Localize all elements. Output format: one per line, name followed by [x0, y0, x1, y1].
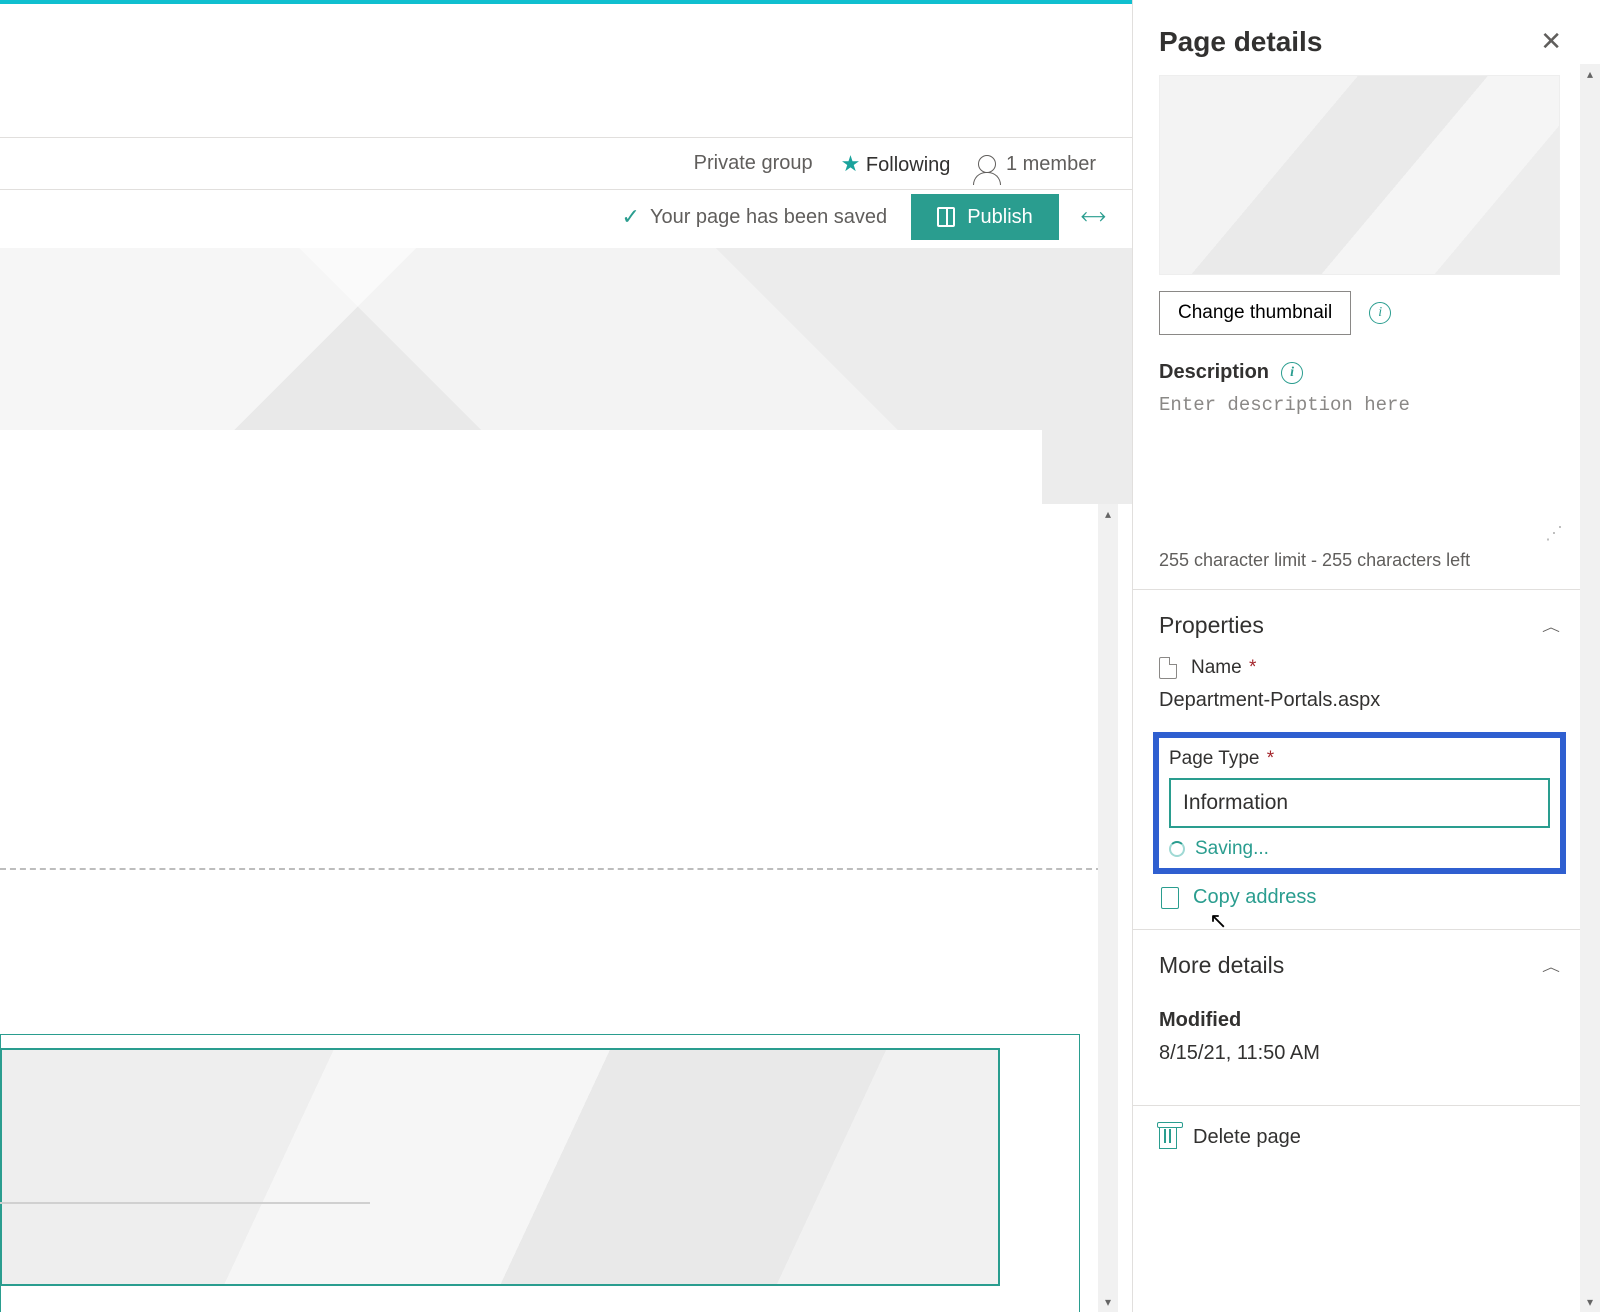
page-icon [1159, 657, 1177, 679]
delete-label: Delete page [1193, 1126, 1301, 1149]
publish-label: Publish [967, 206, 1033, 229]
copy-address-link[interactable]: Copy address ↖ [1161, 886, 1560, 909]
group-privacy-label: Private group [694, 152, 813, 175]
following-toggle[interactable]: ★ Following [841, 151, 951, 177]
publish-button[interactable]: Publish [911, 194, 1059, 240]
modified-value: 8/15/21, 11:50 AM [1159, 1042, 1560, 1065]
panel-title: Page details [1159, 26, 1322, 58]
following-label: Following [866, 154, 950, 176]
page-canvas[interactable]: + ▴ ▾ [0, 244, 1132, 1312]
more-details-heading: More details [1159, 952, 1284, 979]
thumbnail-preview [1159, 75, 1560, 275]
scroll-down-icon[interactable]: ▾ [1098, 1292, 1118, 1312]
required-asterisk: * [1262, 748, 1275, 769]
description-label-row: Description i [1159, 361, 1560, 384]
suite-header-blank [0, 4, 1132, 138]
info-icon[interactable]: i [1281, 362, 1303, 384]
name-field-label: Name * [1159, 657, 1560, 679]
required-asterisk: * [1244, 657, 1257, 678]
trash-icon [1159, 1127, 1177, 1149]
name-label: Name [1191, 657, 1242, 678]
expand-icon[interactable]: ⤢ [1076, 200, 1109, 233]
saving-text: Saving... [1195, 838, 1269, 860]
cursor-icon: ↖ [1209, 908, 1227, 934]
members-count[interactable]: 1 member [978, 152, 1096, 176]
description-input[interactable] [1159, 394, 1560, 532]
section-divider [0, 868, 1102, 870]
site-info-bar: Private group ★ Following 1 member [0, 138, 1132, 190]
star-icon: ★ [841, 151, 861, 176]
saved-text: Your page has been saved [650, 206, 887, 229]
saving-status: Saving... [1169, 838, 1550, 860]
description-label: Description [1159, 361, 1269, 384]
page-details-panel: Page details ✕ Change thumbnail i Descri… [1132, 0, 1600, 1312]
properties-heading: Properties [1159, 612, 1264, 639]
canvas-scrollbar[interactable]: ▴ ▾ [1098, 504, 1118, 1312]
person-icon [978, 155, 996, 173]
members-label: 1 member [1006, 153, 1096, 175]
footer-divider [0, 1202, 370, 1204]
scroll-up-icon[interactable]: ▴ [1580, 64, 1600, 84]
scroll-up-icon[interactable]: ▴ [1098, 504, 1118, 524]
info-icon[interactable]: i [1369, 302, 1391, 324]
modified-label: Modified [1159, 1009, 1560, 1032]
properties-section-toggle[interactable]: Properties ︿ [1159, 590, 1560, 657]
image-webpart[interactable] [0, 1048, 1000, 1286]
page-type-highlight: Page Type * Saving... [1153, 732, 1566, 874]
copy-address-label: Copy address [1193, 886, 1316, 909]
chevron-up-icon: ︿ [1542, 616, 1560, 634]
more-details-section-toggle[interactable]: More details ︿ [1159, 930, 1560, 997]
name-value[interactable]: Department-Portals.aspx [1159, 689, 1560, 712]
char-limit-text: 255 character limit - 255 characters lef… [1159, 550, 1560, 571]
check-icon: ✓ [622, 204, 640, 230]
main-canvas-area: Private group ★ Following 1 member ✓ You… [0, 0, 1132, 1312]
page-type-input[interactable] [1169, 778, 1550, 828]
change-thumbnail-button[interactable]: Change thumbnail [1159, 291, 1351, 335]
close-icon[interactable]: ✕ [1532, 22, 1570, 61]
page-action-bar: ✓ Your page has been saved Publish ⤢ [0, 190, 1132, 244]
publish-icon [937, 207, 955, 227]
divider [1133, 1105, 1586, 1106]
spinner-icon [1169, 841, 1185, 857]
scroll-down-icon[interactable]: ▾ [1580, 1292, 1600, 1312]
hero-title-card[interactable] [0, 430, 1042, 638]
chevron-up-icon: ︿ [1542, 956, 1560, 974]
delete-page-button[interactable]: Delete page [1159, 1126, 1560, 1149]
panel-scrollbar[interactable]: ▴ ▾ [1580, 64, 1600, 1312]
page-type-label: Page Type [1169, 748, 1260, 769]
saved-status: ✓ Your page has been saved [622, 204, 888, 230]
copy-icon [1161, 887, 1179, 909]
